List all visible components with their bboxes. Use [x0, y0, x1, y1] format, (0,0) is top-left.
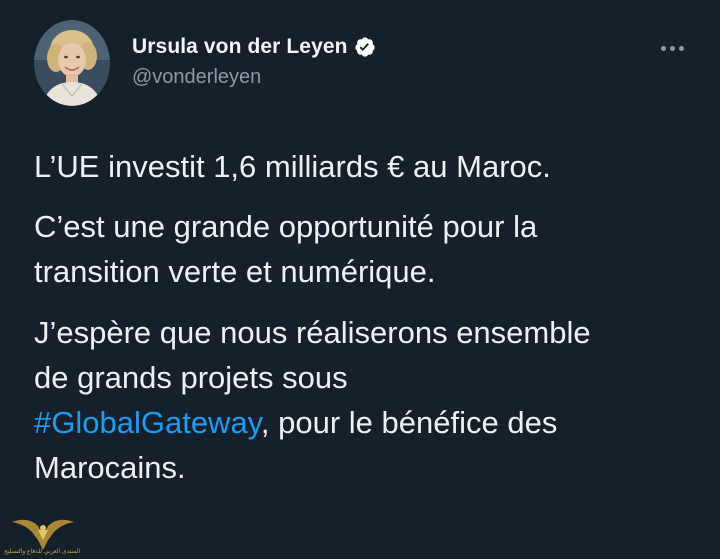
author-name-row[interactable]: Ursula von der Leyen	[132, 32, 376, 62]
watermark-text: المنتدى العربي للدفاع والتسليح	[4, 549, 81, 555]
tweet-line: , pour le bénéfice des	[260, 405, 558, 440]
tweet-paragraph-1: L’UE investit 1,6 milliards € au Maroc.	[34, 149, 551, 184]
tweet-line: Marocains.	[34, 450, 186, 485]
ellipsis-icon	[660, 45, 684, 51]
author-handle[interactable]: @vonderleyen	[132, 66, 261, 89]
verified-badge-icon	[354, 36, 376, 58]
tweet-paragraph-3: J’espère que nous réaliserons ensemble d…	[34, 310, 704, 490]
tweet-line: J’espère que nous réaliserons ensemble	[34, 315, 591, 350]
tweet-paragraph-2: C’est une grande opportunité pour la tra…	[34, 204, 704, 294]
display-name[interactable]: Ursula von der Leyen	[132, 35, 348, 59]
tweet-card: Ursula von der Leyen @vonderleyen L’UE i…	[0, 0, 720, 559]
tweet-line: transition verte et numérique.	[34, 254, 436, 289]
avatar-photo	[34, 20, 110, 106]
tweet-text: L’UE investit 1,6 milliards € au Maroc. …	[34, 144, 704, 490]
tweet-line: C’est une grande opportunité pour la	[34, 209, 538, 244]
more-options-button[interactable]	[652, 38, 692, 58]
avatar[interactable]	[34, 20, 110, 106]
tweet-line: de grands projets sous	[34, 360, 348, 395]
hashtag-link[interactable]: #GlobalGateway	[34, 405, 261, 440]
